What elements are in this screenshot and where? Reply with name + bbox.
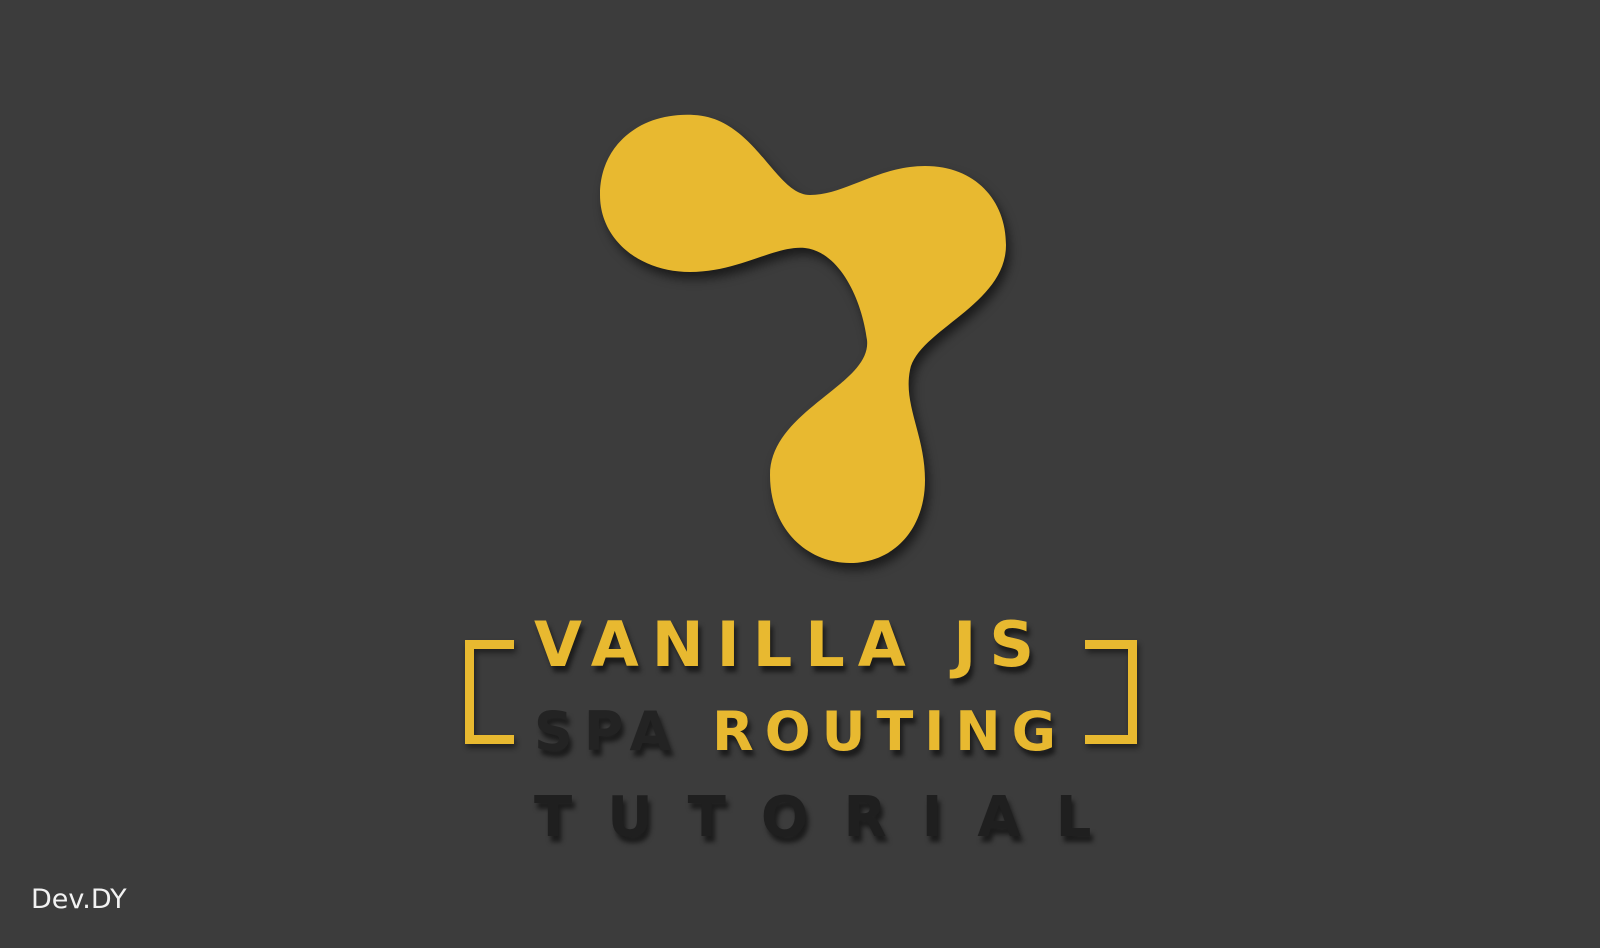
title-line-2-routing: ROUTING bbox=[712, 700, 1067, 763]
title-line-2-spa: SPA bbox=[534, 700, 683, 763]
author-credit: Dev.DY bbox=[31, 884, 127, 915]
title-line-2: SPA ROUTING bbox=[534, 705, 1074, 759]
right-bracket bbox=[1085, 640, 1137, 744]
title-line-3: TUTORIAL bbox=[534, 785, 1127, 850]
title-line-1: VANILLA JS bbox=[534, 608, 1048, 681]
left-bracket bbox=[465, 640, 514, 744]
title-block: VANILLA JS SPA ROUTING TUTORIAL bbox=[0, 0, 1600, 948]
